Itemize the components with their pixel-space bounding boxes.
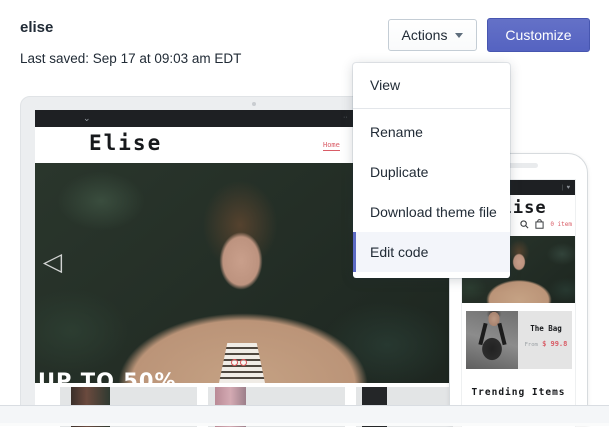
menu-item-download-theme-file[interactable]: Download theme file (353, 192, 510, 232)
hero-sale-text: UP TO 50% (38, 370, 177, 383)
hero-glasses (231, 359, 247, 366)
divider-bar-icon: | (562, 185, 564, 191)
menu-item-edit-code[interactable]: Edit code (353, 232, 510, 272)
menu-item-duplicate[interactable]: Duplicate (353, 152, 510, 192)
page-title: elise (20, 19, 53, 36)
cart-count-label: 0 item (550, 221, 572, 228)
mobile-section-title: Trending Items (462, 387, 575, 398)
heart-icon: ♥ (566, 185, 570, 191)
nav-item-home: Home (323, 141, 340, 151)
chevron-down-icon (455, 33, 463, 38)
mobile-product-card: The Bag From $ 99.8 (466, 311, 572, 369)
actions-button-label: Actions (402, 27, 448, 43)
menu-divider (353, 108, 510, 109)
menu-item-rename[interactable]: Rename (353, 112, 510, 152)
product-price: From $ 99.8 (522, 340, 570, 348)
actions-menu: View Rename Duplicate Download theme fil… (353, 63, 510, 278)
desktop-site-logo: Elise (89, 131, 162, 155)
mobile-header-icons: 0 item (520, 219, 572, 229)
product-name: The Bag (522, 324, 570, 333)
price-amount: $ 99.8 (542, 340, 567, 348)
carousel-prev-icon: ◁ (43, 249, 62, 274)
bag-icon (535, 219, 544, 229)
customize-button-label: Customize (505, 27, 571, 43)
price-prefix: From (525, 342, 538, 348)
last-saved-text: Last saved: Sep 17 at 09:03 am EDT (20, 51, 241, 66)
page-bottom-strip (0, 405, 609, 426)
announcement-chevron-icon: ⌄ (83, 111, 91, 125)
product-info: The Bag From $ 99.8 (522, 324, 570, 348)
announcement-right-text: ·· (343, 114, 348, 121)
laptop-camera-dot (252, 102, 256, 106)
actions-button[interactable]: Actions (388, 19, 477, 51)
customize-button[interactable]: Customize (487, 18, 590, 52)
product-photo-backpack (466, 311, 518, 369)
menu-item-view[interactable]: View (353, 65, 510, 105)
search-icon (520, 220, 529, 229)
